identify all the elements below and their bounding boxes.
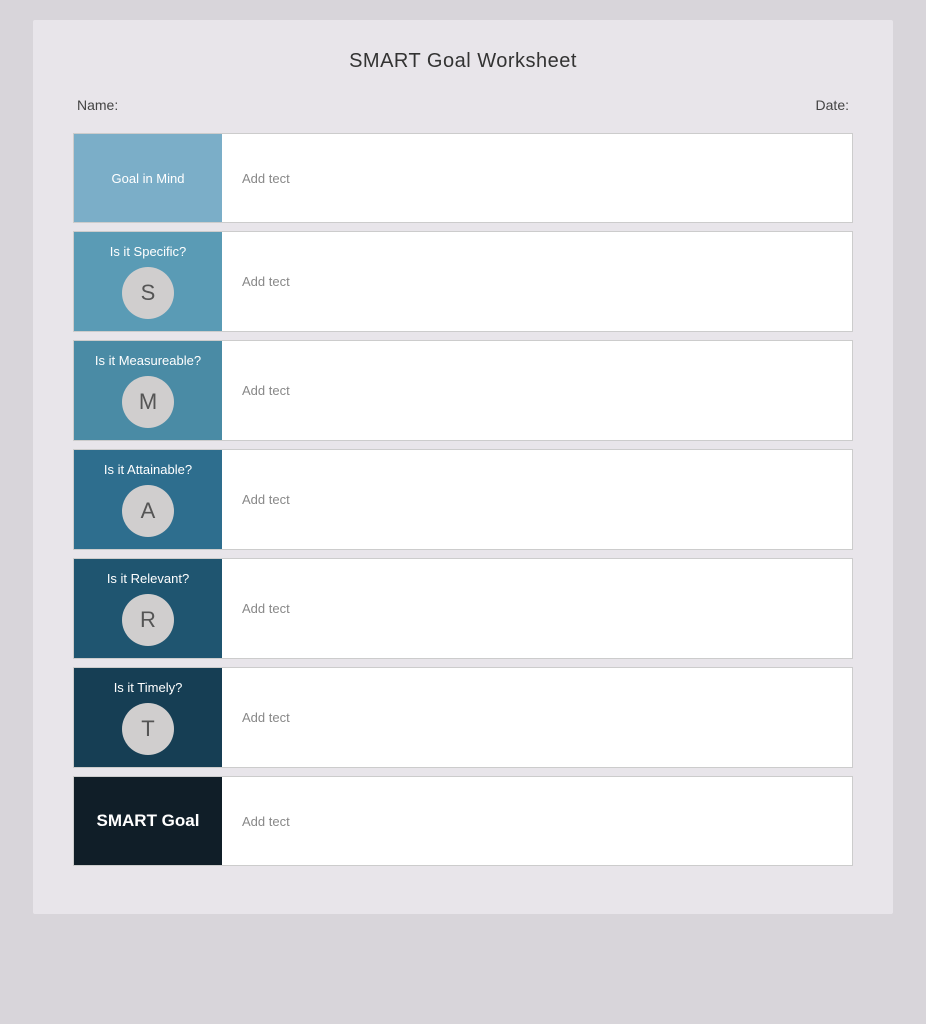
label-text-specific: Is it Specific? <box>110 244 187 259</box>
page-title: SMART Goal Worksheet <box>73 50 853 73</box>
label-measurable: Is it Measureable? M <box>74 341 222 440</box>
row-goal-in-mind: Goal in Mind Add tect <box>73 133 853 223</box>
letter-circle-specific: S <box>122 267 174 319</box>
row-attainable: Is it Attainable? A Add tect <box>73 449 853 550</box>
label-timely: Is it Timely? T <box>74 668 222 767</box>
label-attainable: Is it Attainable? A <box>74 450 222 549</box>
row-specific: Is it Specific? S Add tect <box>73 231 853 332</box>
smart-goal-text: SMART Goal <box>97 811 200 831</box>
label-text-measurable: Is it Measureable? <box>95 353 201 368</box>
name-label: Name: <box>77 97 118 113</box>
letter-circle-attainable: A <box>122 485 174 537</box>
content-measurable[interactable]: Add tect <box>222 341 852 440</box>
content-specific[interactable]: Add tect <box>222 232 852 331</box>
label-relevant: Is it Relevant? R <box>74 559 222 658</box>
label-specific: Is it Specific? S <box>74 232 222 331</box>
content-smart-goal[interactable]: Add tect <box>222 777 852 865</box>
label-text-timely: Is it Timely? <box>114 680 183 695</box>
label-text-attainable: Is it Attainable? <box>104 462 192 477</box>
label-text-goal-in-mind: Goal in Mind <box>112 171 185 186</box>
label-smart-goal: SMART Goal <box>74 777 222 865</box>
label-goal-in-mind: Goal in Mind <box>74 134 222 222</box>
letter-circle-timely: T <box>122 703 174 755</box>
content-relevant[interactable]: Add tect <box>222 559 852 658</box>
row-measurable: Is it Measureable? M Add tect <box>73 340 853 441</box>
letter-circle-relevant: R <box>122 594 174 646</box>
row-smart-goal: SMART Goal Add tect <box>73 776 853 866</box>
rows-container: Goal in Mind Add tect Is it Specific? S Add … <box>73 133 853 866</box>
header-fields: Name: Date: <box>73 97 853 113</box>
row-relevant: Is it Relevant? R Add tect <box>73 558 853 659</box>
worksheet: SMART Goal Worksheet Name: Date: Goal in… <box>33 20 893 914</box>
content-attainable[interactable]: Add tect <box>222 450 852 549</box>
letter-circle-measurable: M <box>122 376 174 428</box>
content-goal-in-mind[interactable]: Add tect <box>222 134 852 222</box>
row-timely: Is it Timely? T Add tect <box>73 667 853 768</box>
date-label: Date: <box>816 97 849 113</box>
label-text-relevant: Is it Relevant? <box>107 571 189 586</box>
content-timely[interactable]: Add tect <box>222 668 852 767</box>
